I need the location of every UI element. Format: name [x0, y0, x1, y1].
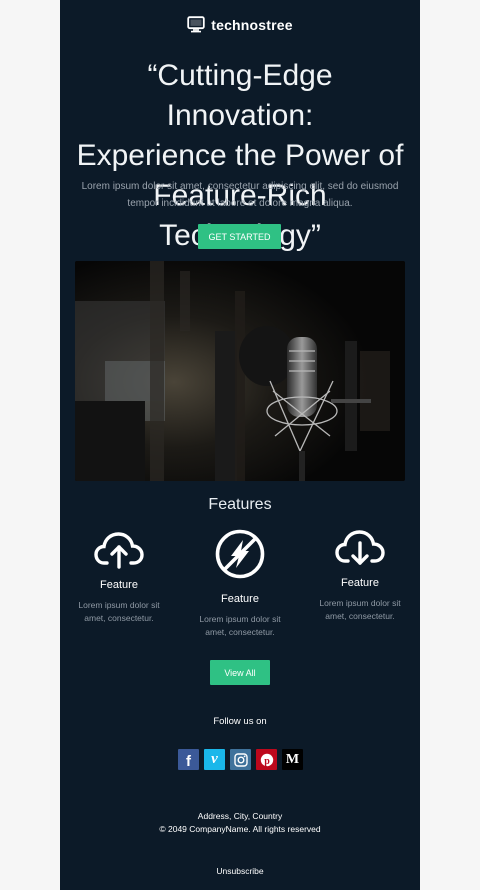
follow-us-title: Follow us on: [213, 716, 267, 727]
feature-name: Feature: [221, 593, 259, 605]
feature-name: Feature: [100, 579, 138, 591]
hero-text-line: tempor incididunt ut labore et dolore ma…: [127, 198, 353, 209]
vimeo-icon[interactable]: v: [204, 749, 225, 770]
address-text: Address, City, Country: [197, 811, 283, 821]
copyright-text: © 2049 CompanyName. All rights reserved: [159, 824, 321, 834]
microphone-photo: [75, 261, 405, 481]
monitor-icon: [187, 16, 205, 33]
get-started-button[interactable]: GET STARTED: [198, 224, 281, 249]
instagram-icon[interactable]: [230, 749, 251, 770]
feature-name: Feature: [341, 577, 379, 589]
feature-desc-line: amet, consectetur.: [325, 611, 395, 621]
feature-item: Feature Lorem ipsum dolor sit amet, cons…: [305, 528, 415, 623]
social-links: f v p M: [178, 749, 303, 770]
feature-desc-line: amet, consectetur.: [84, 613, 154, 623]
medium-icon[interactable]: M: [282, 749, 303, 770]
feature-desc-line: Lorem ipsum dolor sit: [78, 600, 160, 610]
cloud-upload-icon: [94, 532, 144, 569]
hero-text-line: Lorem ipsum dolor sit amet, consectetur …: [81, 181, 399, 192]
email-container: technostree “Cutting-Edge Innovation: Ex…: [60, 0, 420, 890]
cloud-download-icon: [335, 530, 385, 565]
feature-description: Lorem ipsum dolor sit amet, consectetur.: [64, 599, 174, 625]
pinterest-icon[interactable]: p: [256, 749, 277, 770]
view-all-button[interactable]: View All: [210, 660, 270, 685]
no-power-icon: [215, 529, 265, 579]
feature-item: Feature Lorem ipsum dolor sit amet, cons…: [64, 530, 174, 625]
feature-desc-line: Lorem ipsum dolor sit: [199, 614, 281, 624]
unsubscribe-link[interactable]: Unsubscribe: [60, 866, 420, 876]
hero-title-line: “Cutting-Edge Innovation:: [147, 59, 333, 132]
facebook-icon[interactable]: f: [178, 749, 199, 770]
feature-desc-line: Lorem ipsum dolor sit: [319, 598, 401, 608]
hero-description: Lorem ipsum dolor sit amet, consectetur …: [80, 178, 400, 212]
feature-description: Lorem ipsum dolor sit amet, consectetur.: [185, 613, 295, 639]
footer-address: Address, City, Country © 2049 CompanyNam…: [60, 810, 420, 836]
svg-text:p: p: [264, 756, 270, 767]
feature-description: Lorem ipsum dolor sit amet, consectetur.: [305, 597, 415, 623]
brand-name: technostree: [211, 16, 293, 33]
feature-desc-line: amet, consectetur.: [205, 627, 275, 637]
feature-item: Feature Lorem ipsum dolor sit amet, cons…: [185, 528, 295, 639]
brand-logo[interactable]: technostree: [60, 16, 420, 33]
features-title: Features: [208, 496, 272, 513]
hero-title-line: Experience the Power of: [76, 139, 404, 172]
